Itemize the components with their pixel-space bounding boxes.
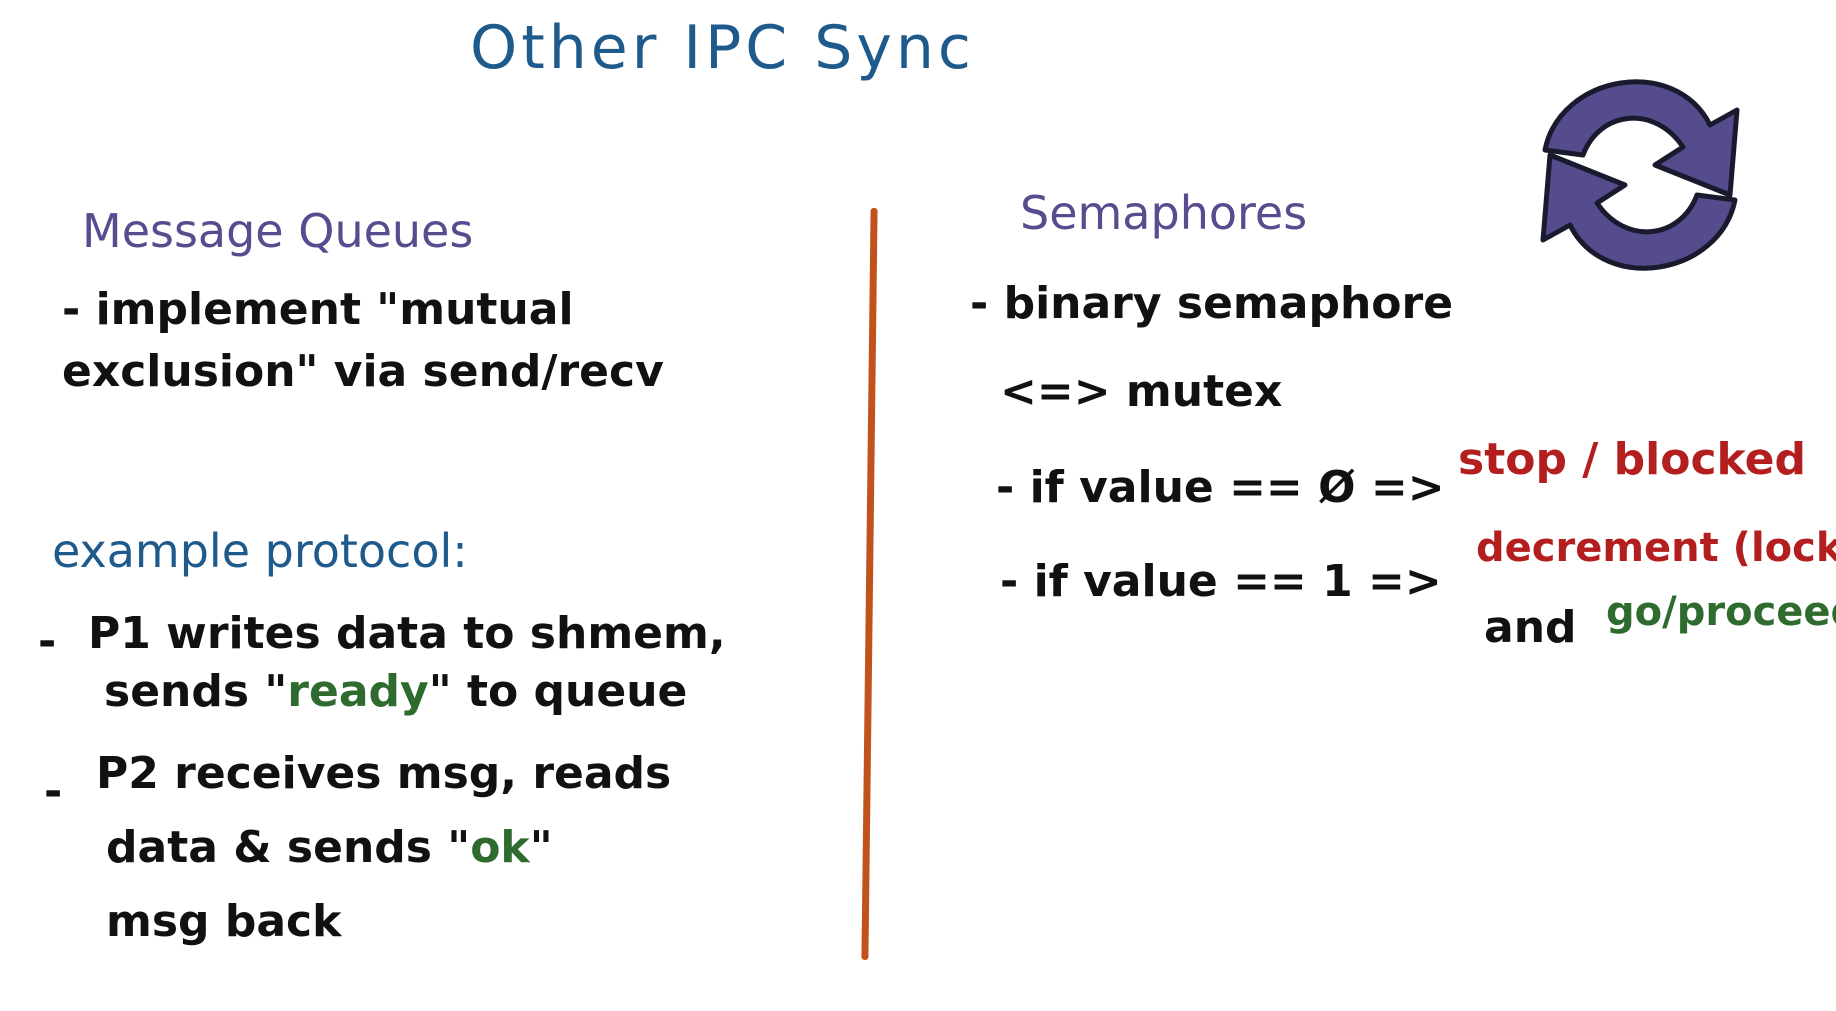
semaphore-condition-zero: - if value == Ø => — [996, 462, 1445, 513]
protocol-item1-line1: P1 writes data to shmem, — [88, 608, 726, 659]
protocol-item2-line2: data & sends "ok" — [106, 826, 553, 870]
semaphores-line1: - binary semaphore — [970, 278, 1454, 329]
protocol-item1-line2: sends "ready" to queue — [104, 670, 687, 714]
decrement-lock-label: decrement (lock) — [1476, 525, 1836, 571]
stop-blocked-label: stop / blocked — [1458, 434, 1806, 485]
go-proceed-label: go/proceed — [1606, 589, 1836, 635]
ready-keyword: ready — [287, 666, 429, 717]
protocol-item2-bullet: - — [44, 766, 63, 817]
sync-arrows-icon — [1540, 79, 1740, 271]
semaphores-line2: <=> mutex — [1000, 366, 1283, 417]
ok-keyword: ok — [470, 822, 530, 873]
semaphore-condition-one: - if value == 1 => — [1000, 556, 1442, 607]
semaphores-heading: Semaphores — [1020, 186, 1308, 240]
example-protocol-heading: example protocol: — [52, 524, 468, 578]
protocol-item1-bullet: - — [38, 616, 57, 667]
page-title: Other IPC Sync — [470, 13, 975, 83]
message-queues-heading: Message Queues — [82, 204, 474, 258]
column-divider — [861, 207, 878, 961]
protocol-item2-line1: P2 receives msg, reads — [96, 748, 672, 799]
protocol-item2-line2-pre: data & sends " — [106, 822, 471, 873]
message-queues-line1: - implement "mutual — [62, 284, 574, 335]
protocol-item2-line3: msg back — [106, 896, 342, 947]
and-label: and — [1484, 602, 1577, 653]
protocol-item1-line2-pre: sends " — [104, 666, 288, 717]
protocol-item1-line2-post: " to queue — [428, 666, 688, 717]
message-queues-line2: exclusion" via send/recv — [62, 346, 664, 397]
protocol-item2-line2-post: " — [529, 822, 553, 873]
